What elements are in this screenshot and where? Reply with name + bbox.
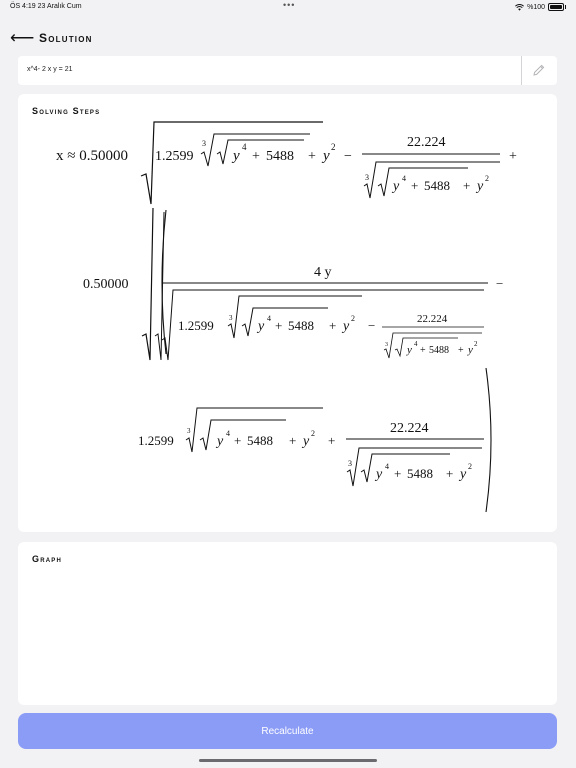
graph-card: Graph — [18, 542, 557, 705]
status-bar: ÖS 4:19 23 Aralık Cum ••• %100 — [0, 0, 576, 14]
svg-text:4: 4 — [402, 174, 406, 183]
svg-text:y: y — [256, 319, 265, 334]
svg-text:+: + — [234, 433, 241, 448]
cbrt-coef: 1.2599 — [155, 149, 194, 164]
svg-text:+: + — [308, 149, 316, 164]
svg-text:2: 2 — [474, 340, 478, 348]
svg-text:4: 4 — [226, 429, 230, 438]
svg-text:+: + — [411, 178, 418, 193]
svg-text:y: y — [391, 179, 400, 194]
svg-text:5488: 5488 — [429, 345, 449, 356]
svg-text:4: 4 — [267, 314, 271, 323]
svg-text:5488: 5488 — [288, 318, 314, 333]
svg-text:22.224: 22.224 — [407, 135, 446, 150]
svg-text:22.224: 22.224 — [390, 421, 429, 436]
battery-percent: %100 — [527, 3, 545, 11]
formula-coef: 0.50000 — [83, 277, 129, 292]
svg-text:−: − — [368, 318, 375, 333]
svg-text:y: y — [341, 319, 350, 334]
svg-text:+: + — [509, 149, 517, 164]
equation-text[interactable]: x^4- 2 x y = 21 — [27, 66, 73, 73]
wifi-icon — [515, 3, 525, 11]
svg-text:2: 2 — [311, 429, 315, 438]
svg-text:y: y — [231, 148, 240, 164]
solution-formula: x ≈ 0.50000 1.2599 3 y 4 + 5488 + y 2 − … — [56, 121, 517, 513]
svg-text:5488: 5488 — [266, 149, 294, 164]
svg-text:y: y — [374, 467, 383, 482]
svg-text:y: y — [458, 467, 467, 482]
navigation-bar: ⟵ Solution — [0, 28, 576, 50]
input-divider — [521, 56, 522, 85]
svg-text:22.224: 22.224 — [417, 313, 448, 325]
formula-lhs: x ≈ 0.50000 — [56, 148, 128, 164]
graph-title: Graph — [32, 554, 63, 564]
svg-text:3: 3 — [187, 427, 191, 435]
svg-text:+: + — [420, 345, 426, 356]
svg-text:3: 3 — [202, 139, 206, 148]
multitasking-dots-icon[interactable]: ••• — [283, 0, 295, 10]
svg-text:3: 3 — [385, 342, 388, 348]
svg-text:+: + — [446, 466, 453, 481]
svg-text:1.2599: 1.2599 — [138, 433, 174, 448]
svg-text:−: − — [496, 276, 503, 291]
svg-text:1.2599: 1.2599 — [178, 318, 214, 333]
svg-text:4: 4 — [414, 340, 418, 348]
svg-text:y: y — [406, 344, 412, 356]
svg-text:4: 4 — [385, 462, 389, 471]
status-time: ÖS 4:19 23 Aralık Cum — [10, 3, 82, 10]
svg-text:3: 3 — [348, 459, 352, 468]
svg-text:5488: 5488 — [247, 433, 273, 448]
equation-input[interactable]: x^4- 2 x y = 21 — [18, 56, 557, 85]
svg-text:+: + — [458, 345, 464, 356]
svg-text:2: 2 — [485, 174, 489, 183]
svg-text:y: y — [301, 434, 310, 449]
page-title: Solution — [39, 31, 93, 45]
svg-text:+: + — [394, 466, 401, 481]
svg-text:4: 4 — [242, 142, 247, 152]
svg-text:y: y — [321, 148, 330, 164]
arrow-left-icon[interactable]: ⟵ — [10, 28, 34, 48]
svg-text:+: + — [328, 433, 335, 448]
svg-text:5488: 5488 — [424, 178, 450, 193]
svg-text:3: 3 — [365, 173, 369, 182]
home-indicator[interactable] — [199, 759, 377, 762]
svg-text:y: y — [475, 179, 484, 194]
svg-text:+: + — [275, 318, 282, 333]
svg-text:2: 2 — [331, 142, 336, 152]
formula-four-y: 4 y — [314, 265, 332, 280]
svg-text:3: 3 — [229, 314, 233, 322]
svg-text:−: − — [344, 149, 352, 164]
svg-text:+: + — [463, 178, 470, 193]
svg-text:+: + — [252, 149, 260, 164]
svg-text:5488: 5488 — [407, 466, 433, 481]
pencil-icon[interactable] — [531, 62, 547, 78]
svg-text:y: y — [467, 344, 473, 356]
svg-text:2: 2 — [351, 314, 355, 323]
svg-text:2: 2 — [468, 462, 472, 471]
svg-text:+: + — [289, 433, 296, 448]
svg-text:+: + — [329, 318, 336, 333]
solving-steps-card: Solving Steps x ≈ 0.50000 1.2599 3 y 4 +… — [18, 94, 557, 532]
recalculate-button[interactable]: Recalculate — [18, 713, 557, 749]
svg-text:y: y — [215, 434, 224, 449]
status-indicators: %100 — [515, 3, 566, 11]
battery-icon — [548, 3, 566, 11]
